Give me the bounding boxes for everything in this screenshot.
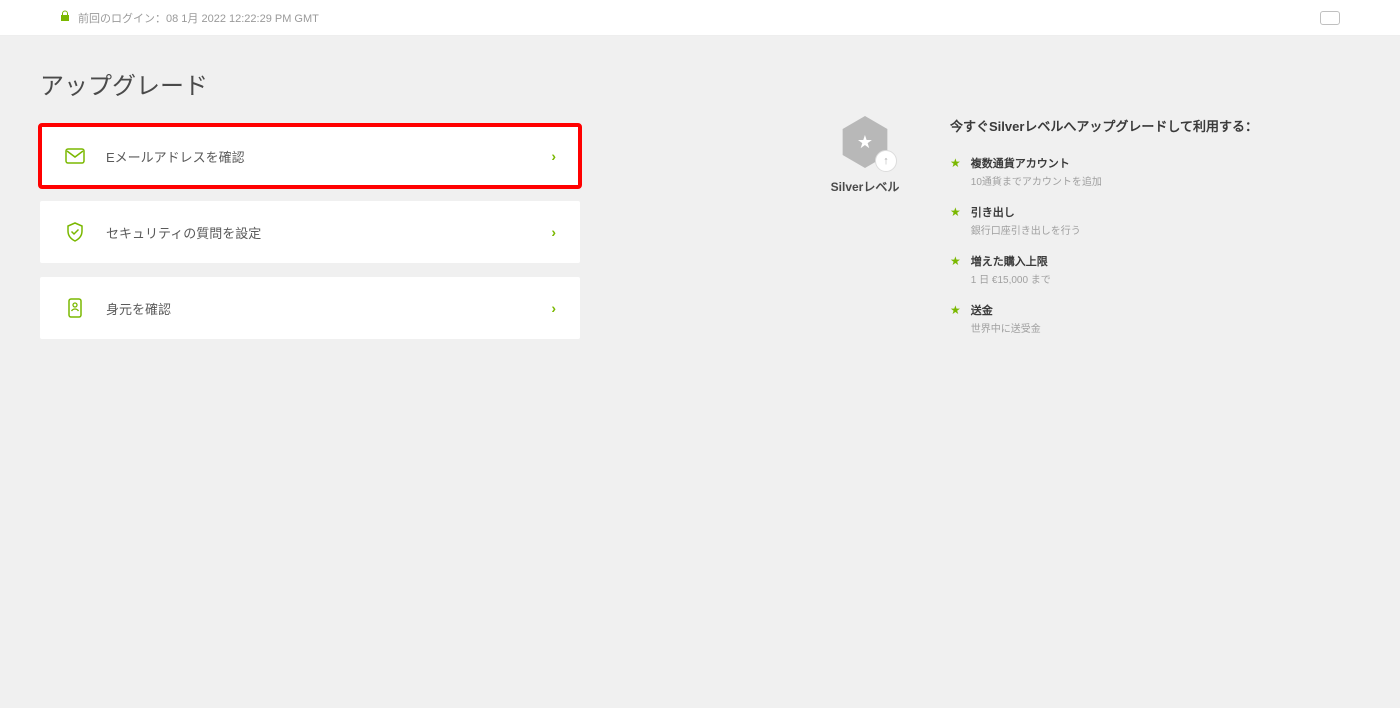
shield-icon [64, 221, 86, 243]
level-label: Silverレベル [831, 178, 900, 195]
chevron-right-icon: › [551, 148, 556, 164]
star-icon: ★ [857, 132, 873, 153]
upgrade-arrow-icon: ↑ [875, 150, 897, 172]
benefit-item: ★ 複数通貨アカウント 10通貨までアカウントを追加 [950, 155, 1300, 188]
benefit-item: ★ 送金 世界中に送受金 [950, 302, 1300, 335]
benefit-title: 送金 [971, 302, 1041, 318]
benefits-title: 今すぐSilverレベルへアップグレードして利用する： [950, 116, 1300, 135]
benefit-desc: 1 日 €15,000 まで [971, 271, 1051, 286]
benefit-item: ★ 引き出し 銀行口座引き出しを行う [950, 204, 1300, 237]
last-login-text: 前回のログイン：08 1月 2022 12:22:29 PM GMT [78, 10, 319, 26]
chevron-right-icon: › [551, 300, 556, 316]
level-badge: ★ ↑ Silverレベル [810, 116, 920, 351]
benefit-desc: 銀行口座引き出しを行う [971, 222, 1081, 237]
task-label: 身元を確認 [106, 299, 531, 318]
top-bar: 前回のログイン：08 1月 2022 12:22:29 PM GMT [0, 0, 1400, 36]
mail-icon [64, 145, 86, 167]
benefit-title: 増えた購入上限 [971, 253, 1051, 269]
benefit-title: 複数通貨アカウント [971, 155, 1102, 171]
level-icon: ★ ↑ [839, 116, 891, 168]
card-icon[interactable] [1320, 11, 1340, 25]
task-verify-identity[interactable]: 身元を確認 › [40, 277, 580, 339]
task-list: Eメールアドレスを確認 › セキュリティの質問を設定 › 身元を確認 › [40, 125, 580, 339]
id-icon [64, 297, 86, 319]
benefit-item: ★ 増えた購入上限 1 日 €15,000 まで [950, 253, 1300, 286]
task-label: Eメールアドレスを確認 [106, 147, 531, 166]
star-icon: ★ [950, 302, 961, 335]
page-title: アップグレード [40, 66, 580, 101]
content: アップグレード Eメールアドレスを確認 › セキュリティの質問を設定 › [0, 36, 1400, 381]
benefit-desc: 世界中に送受金 [971, 320, 1041, 335]
lock-icon [60, 10, 70, 25]
task-label: セキュリティの質問を設定 [106, 223, 531, 242]
task-security-questions[interactable]: セキュリティの質問を設定 › [40, 201, 580, 263]
task-verify-email[interactable]: Eメールアドレスを確認 › [40, 125, 580, 187]
top-bar-right [1320, 11, 1340, 25]
star-icon: ★ [950, 155, 961, 188]
left-panel: アップグレード Eメールアドレスを確認 › セキュリティの質問を設定 › [40, 66, 580, 351]
benefit-desc: 10通貨までアカウントを追加 [971, 173, 1102, 188]
last-login-info: 前回のログイン：08 1月 2022 12:22:29 PM GMT [60, 10, 319, 26]
star-icon: ★ [950, 253, 961, 286]
right-panel: ★ ↑ Silverレベル 今すぐSilverレベルへアップグレードして利用する… [810, 66, 1360, 351]
benefits-panel: 今すぐSilverレベルへアップグレードして利用する： ★ 複数通貨アカウント … [950, 116, 1300, 351]
benefit-title: 引き出し [971, 204, 1081, 220]
chevron-right-icon: › [551, 224, 556, 240]
star-icon: ★ [950, 204, 961, 237]
